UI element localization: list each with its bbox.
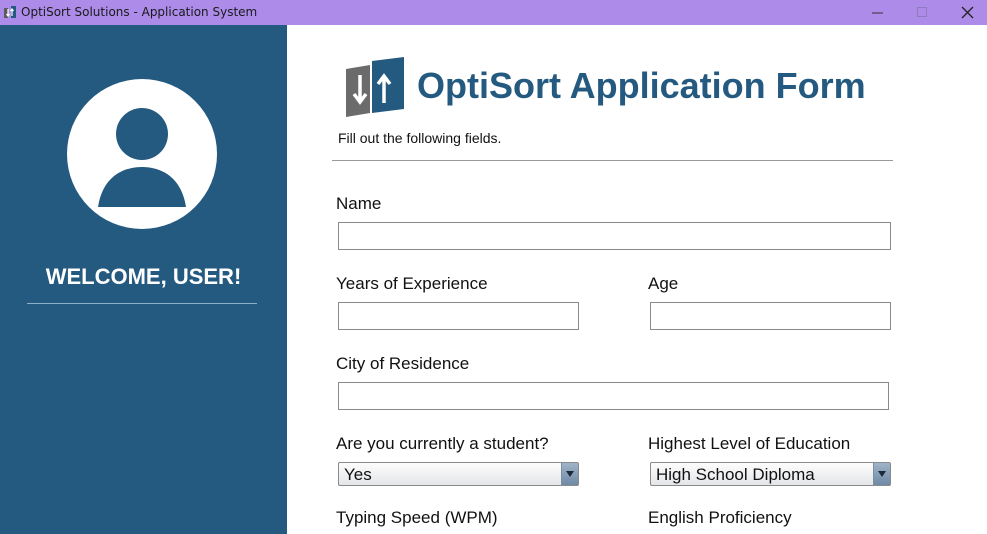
maximize-button[interactable] [899, 0, 945, 25]
name-input[interactable] [338, 222, 891, 250]
form-subtitle: Fill out the following fields. [338, 130, 502, 146]
dropdown-arrow-icon[interactable] [873, 463, 890, 485]
experience-input[interactable] [338, 302, 579, 330]
form-title: OptiSort Application Form [417, 65, 866, 106]
title-bar: OptiSort Solutions - Application System [0, 0, 987, 25]
optisort-logo-icon [346, 57, 406, 117]
app-logo-icon [3, 5, 17, 19]
main-panel: OptiSort Application Form Fill out the f… [287, 25, 987, 534]
minimize-icon [872, 12, 883, 14]
name-label: Name [336, 194, 382, 213]
sidebar: WELCOME, USER! [0, 25, 287, 534]
age-input[interactable] [650, 302, 891, 330]
close-icon [961, 6, 974, 19]
header-divider [332, 160, 893, 161]
close-button[interactable] [944, 0, 987, 25]
dropdown-arrow-icon[interactable] [561, 463, 578, 485]
student-label: Are you currently a student? [336, 434, 549, 453]
window-title: OptiSort Solutions - Application System [21, 5, 258, 19]
english-proficiency-label: English Proficiency [648, 508, 792, 527]
city-input[interactable] [338, 382, 889, 410]
maximize-icon [917, 7, 927, 17]
education-select-value: High School Diploma [656, 465, 815, 484]
student-select[interactable]: Yes [338, 462, 579, 486]
sidebar-divider [27, 303, 257, 304]
city-label: City of Residence [336, 354, 470, 373]
typing-speed-label: Typing Speed (WPM) [336, 508, 498, 527]
education-label: Highest Level of Education [648, 434, 851, 453]
age-label: Age [648, 274, 679, 293]
education-select[interactable]: High School Diploma [650, 462, 891, 486]
experience-label: Years of Experience [336, 274, 488, 293]
minimize-button[interactable] [855, 0, 901, 25]
welcome-heading: WELCOME, USER! [45, 264, 242, 289]
student-select-value: Yes [344, 465, 372, 484]
user-avatar-icon [67, 79, 217, 229]
